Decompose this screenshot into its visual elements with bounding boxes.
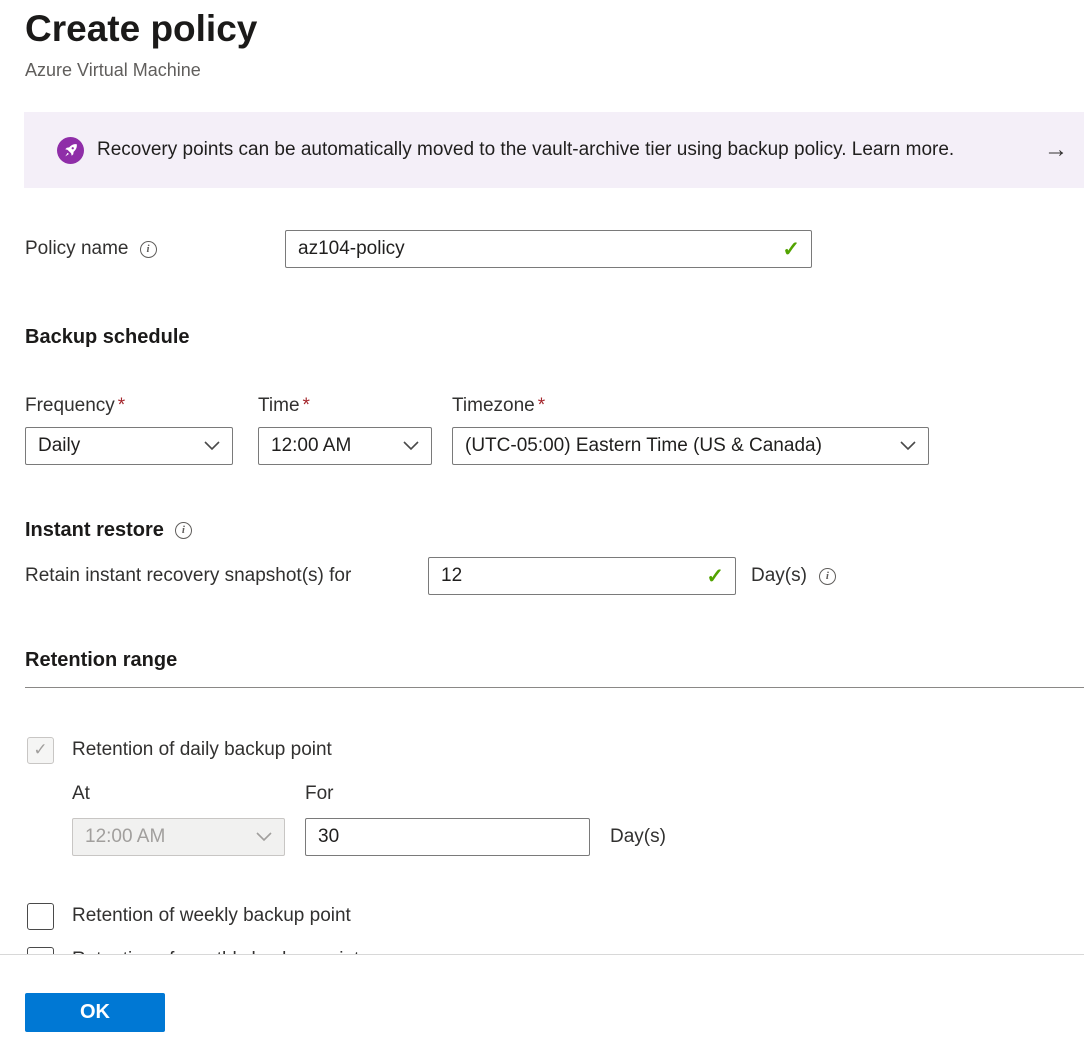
retention-range-heading: Retention range xyxy=(25,647,1084,673)
frequency-dropdown[interactable]: Daily xyxy=(25,427,233,465)
weekly-retention-checkbox[interactable] xyxy=(27,903,54,930)
weekly-retention-label: Retention of weekly backup point xyxy=(72,905,351,927)
required-asterisk: * xyxy=(303,395,310,416)
instant-restore-heading: Instant restore i xyxy=(25,517,1084,543)
backup-schedule-heading: Backup schedule xyxy=(25,324,1084,350)
time-dropdown[interactable]: 12:00 AM xyxy=(258,427,432,465)
ok-button[interactable]: OK xyxy=(25,993,165,1032)
page-subtitle: Azure Virtual Machine xyxy=(25,58,1084,82)
frequency-field: Frequency* Daily xyxy=(25,394,258,465)
daily-for-input[interactable] xyxy=(306,819,589,855)
banner-arrow-icon[interactable]: → xyxy=(1044,138,1068,162)
blade-footer: OK xyxy=(0,954,1084,1040)
policy-name-input[interactable] xyxy=(286,231,811,267)
time-value: 12:00 AM xyxy=(271,435,351,457)
banner-message: Recovery points can be automatically mov… xyxy=(97,139,954,161)
policy-name-input-wrap: ✓ xyxy=(285,230,812,268)
required-asterisk: * xyxy=(538,395,545,416)
learn-more-link[interactable]: Learn more. xyxy=(852,139,954,160)
daily-atfor-labels: At For xyxy=(72,782,1084,806)
at-label: At xyxy=(72,782,305,806)
policy-name-label: Policy name xyxy=(25,238,129,260)
chevron-down-icon xyxy=(256,832,272,842)
backup-schedule-fields: Frequency* Daily Time* 12:00 AM Ti xyxy=(25,394,1084,465)
instant-restore-info-icon[interactable]: i xyxy=(175,522,192,539)
chevron-down-icon xyxy=(403,441,419,451)
for-label: For xyxy=(305,782,334,806)
info-banner: Recovery points can be automatically mov… xyxy=(24,112,1084,188)
daily-atfor-controls: 12:00 AM Day(s) xyxy=(72,818,1084,856)
instant-restore-row: Retain instant recovery snapshot(s) for … xyxy=(25,557,1084,595)
policy-name-row: Policy name i ✓ xyxy=(25,230,1084,268)
monthly-retention-checkbox[interactable] xyxy=(27,947,54,955)
retain-days-input[interactable] xyxy=(429,558,735,594)
frequency-value: Daily xyxy=(38,435,80,457)
daily-retention-checkbox: ✓ xyxy=(27,737,54,764)
chevron-down-icon xyxy=(204,441,220,451)
policy-name-info-icon[interactable]: i xyxy=(140,241,157,258)
retain-snapshot-label: Retain instant recovery snapshot(s) for xyxy=(25,565,428,587)
retention-range-divider xyxy=(25,687,1084,688)
frequency-label: Frequency* xyxy=(25,394,258,418)
daily-for-input-wrap xyxy=(305,818,590,856)
rocket-icon xyxy=(57,137,84,164)
required-asterisk: * xyxy=(118,395,125,416)
timezone-value: (UTC-05:00) Eastern Time (US & Canada) xyxy=(465,435,822,457)
page-title: Create policy xyxy=(25,6,1084,52)
retain-days-unit: Day(s) xyxy=(751,565,807,587)
timezone-dropdown[interactable]: (UTC-05:00) Eastern Time (US & Canada) xyxy=(452,427,929,465)
weekly-retention-row: Retention of weekly backup point xyxy=(27,902,1084,930)
daily-for-unit: Day(s) xyxy=(610,826,666,848)
time-field: Time* 12:00 AM xyxy=(258,394,452,465)
create-policy-blade: Create policy Azure Virtual Machine Reco… xyxy=(0,0,1084,954)
daily-retention-label: Retention of daily backup point xyxy=(72,739,332,761)
time-label: Time* xyxy=(258,394,452,418)
chevron-down-icon xyxy=(900,441,916,451)
retain-days-info-icon[interactable]: i xyxy=(819,568,836,585)
daily-at-value: 12:00 AM xyxy=(85,826,165,848)
daily-retention-row: ✓ Retention of daily backup point xyxy=(27,736,1084,764)
timezone-label: Timezone* xyxy=(452,394,929,418)
timezone-field: Timezone* (UTC-05:00) Eastern Time (US &… xyxy=(452,394,929,465)
retain-days-input-wrap: ✓ xyxy=(428,557,736,595)
monthly-retention-row-clipped: Retention of monthly backup point xyxy=(0,946,1084,954)
daily-at-dropdown: 12:00 AM xyxy=(72,818,285,856)
policy-name-label-group: Policy name i xyxy=(25,238,285,260)
